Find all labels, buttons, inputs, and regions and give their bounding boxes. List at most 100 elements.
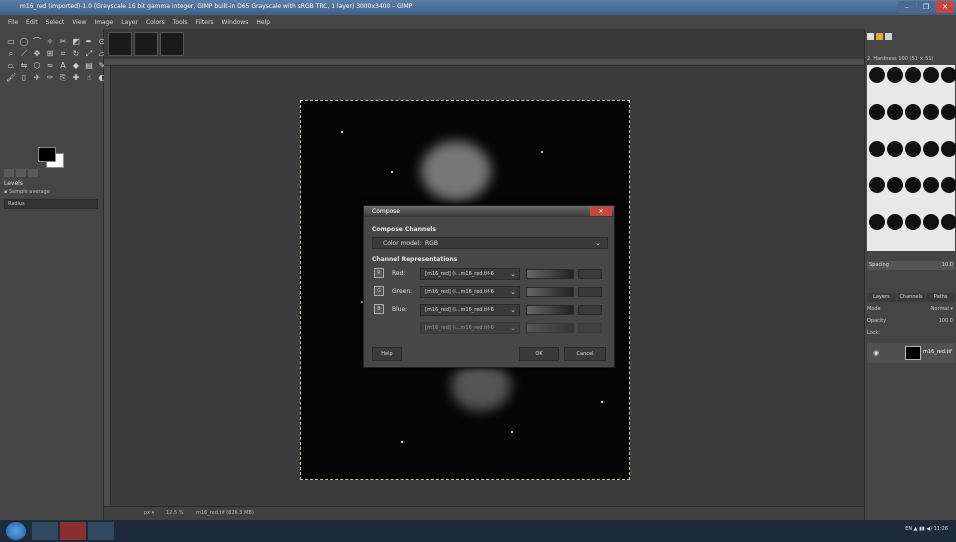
text-tool-icon[interactable]: A — [58, 61, 68, 71]
brush-preset[interactable] — [869, 214, 885, 231]
brush-preset[interactable] — [923, 214, 939, 231]
green-mask-slider[interactable] — [526, 287, 574, 297]
eye-icon[interactable]: ◉ — [873, 349, 879, 357]
mode-select[interactable]: Normal ▾ — [931, 305, 953, 314]
ink-tool-icon[interactable]: ✑ — [45, 73, 55, 83]
green-channel-select[interactable]: [m16_red] (i...m16_red.tif-6 ⌄ — [420, 286, 520, 298]
brush-preset[interactable] — [941, 214, 956, 231]
taskbar-app-icon[interactable] — [88, 522, 114, 540]
gradient-tool-icon[interactable]: ▤ — [84, 61, 94, 71]
move-tool-icon[interactable]: ✥ — [32, 49, 42, 59]
tab-channels[interactable]: Channels — [896, 293, 926, 302]
zoom-tool-icon[interactable]: ⌕ — [6, 49, 16, 59]
brush-preset[interactable] — [905, 67, 921, 83]
brush-preset[interactable] — [887, 67, 903, 83]
clone-tool-icon[interactable]: ⎘ — [58, 73, 68, 83]
measure-tool-icon[interactable]: ⟋ — [19, 49, 29, 59]
image-thumbnail[interactable] — [160, 32, 184, 56]
maximize-button[interactable]: ❐ — [917, 1, 935, 13]
flip-tool-icon[interactable]: ⇋ — [19, 61, 29, 71]
device-status-tab[interactable] — [16, 169, 26, 177]
menu-help[interactable]: Help — [256, 19, 270, 26]
menu-file[interactable]: File — [8, 19, 18, 26]
brush-preset[interactable] — [941, 140, 956, 157]
cancel-button[interactable]: Cancel — [564, 347, 606, 361]
align-tool-icon[interactable]: ⊞ — [45, 49, 55, 59]
close-button[interactable]: ✕ — [936, 1, 954, 13]
scissors-tool-icon[interactable]: ✂ — [58, 37, 68, 47]
tab-paths[interactable]: Paths — [926, 293, 956, 302]
menu-edit[interactable]: Edit — [26, 19, 38, 26]
blue-mask-spinner[interactable] — [578, 305, 602, 315]
cage-tool-icon[interactable]: ⬡ — [32, 61, 42, 71]
opacity-row[interactable]: Opacity 100.0 — [867, 317, 955, 326]
crop-tool-icon[interactable]: ⌗ — [58, 49, 68, 59]
taskbar-app-icon[interactable] — [32, 522, 58, 540]
horizontal-ruler[interactable] — [104, 59, 864, 66]
paintbrush-tool-icon[interactable]: 🖌 — [6, 73, 16, 83]
spacing-slider[interactable]: Spacing 10.0 — [867, 261, 955, 270]
brush-preset[interactable] — [941, 103, 956, 120]
eraser-tool-icon[interactable]: ▯ — [19, 73, 29, 83]
minimize-button[interactable]: – — [898, 1, 916, 13]
brush-preset[interactable] — [905, 177, 921, 194]
dialog-close-button[interactable]: ✕ — [590, 207, 612, 216]
blue-mask-slider[interactable] — [526, 305, 574, 315]
red-channel-select[interactable]: [m16_red] (i...m16_red.tif-6 ⌄ — [420, 268, 520, 280]
menu-view[interactable]: View — [72, 19, 86, 26]
fuzzy-select-tool-icon[interactable]: ✧ — [45, 37, 55, 47]
fourth-mask-slider[interactable] — [526, 323, 574, 333]
fonts-tab-icon[interactable] — [885, 33, 892, 40]
fourth-mask-spinner[interactable] — [578, 323, 602, 333]
system-tray[interactable]: EN ▲ ▮▮ ◀) 11:26 — [905, 526, 948, 532]
foreground-select-tool-icon[interactable]: ◩ — [71, 37, 81, 47]
heal-tool-icon[interactable]: ✚ — [71, 73, 81, 83]
airbrush-tool-icon[interactable]: ✈ — [32, 73, 42, 83]
brush-preset[interactable] — [887, 214, 903, 231]
rotate-tool-icon[interactable]: ↻ — [71, 49, 81, 59]
brush-preset[interactable] — [905, 103, 921, 120]
red-mask-slider[interactable] — [526, 269, 574, 279]
warp-tool-icon[interactable]: ≈ — [45, 61, 55, 71]
scale-tool-icon[interactable]: ⤢ — [84, 49, 94, 59]
image-thumbnail[interactable] — [134, 32, 158, 56]
zoom-selector[interactable]: 12.5 % — [166, 510, 183, 516]
taskbar-app-icon[interactable] — [60, 522, 86, 540]
rect-select-tool-icon[interactable]: ▭ — [6, 37, 16, 47]
brush-preset[interactable] — [923, 103, 939, 120]
brush-preset[interactable] — [887, 140, 903, 157]
menu-layer[interactable]: Layer — [121, 19, 138, 26]
brush-preset[interactable] — [905, 140, 921, 157]
opacity-value[interactable]: 100.0 — [939, 317, 953, 326]
paths-tool-icon[interactable]: ✒ — [84, 37, 94, 47]
layer-row[interactable]: ◉ m16_red.tif — [867, 343, 955, 363]
brush-preset[interactable] — [905, 214, 921, 231]
blue-channel-select[interactable]: [m16_red] (i...m16_red.tif-6 ⌄ — [420, 304, 520, 316]
brush-preset[interactable] — [887, 103, 903, 120]
bucket-fill-tool-icon[interactable]: ◆ — [71, 61, 81, 71]
brush-preset[interactable] — [869, 67, 885, 83]
menu-windows[interactable]: Windows — [222, 19, 249, 26]
brush-preset[interactable] — [869, 140, 885, 157]
brush-preset[interactable] — [941, 177, 956, 194]
color-model-select[interactable]: Color model: RGB ⌄ — [372, 237, 608, 249]
brush-preset[interactable] — [923, 140, 939, 157]
tool-options-tab[interactable] — [4, 169, 14, 177]
brush-preset[interactable] — [923, 177, 939, 194]
green-mask-spinner[interactable] — [578, 287, 602, 297]
unit-selector[interactable]: px ▾ — [144, 510, 154, 516]
brush-preset[interactable] — [869, 103, 885, 120]
smudge-tool-icon[interactable]: ☝ — [84, 73, 94, 83]
brush-preset[interactable] — [941, 67, 956, 83]
brush-preset[interactable] — [923, 67, 939, 83]
fourth-channel-select[interactable]: [m16_red] (i...m16_red.tif-6 ⌄ — [420, 322, 520, 334]
brushes-tab-icon[interactable] — [867, 33, 874, 40]
free-select-tool-icon[interactable]: ⌒ — [32, 37, 42, 47]
start-button[interactable] — [6, 522, 26, 540]
menu-colors[interactable]: Colors — [146, 19, 165, 26]
red-mask-spinner[interactable] — [578, 269, 602, 279]
menu-select[interactable]: Select — [46, 19, 65, 26]
ok-button[interactable]: OK — [519, 347, 559, 361]
vertical-ruler[interactable] — [104, 66, 111, 506]
brush-preset[interactable] — [869, 177, 885, 194]
